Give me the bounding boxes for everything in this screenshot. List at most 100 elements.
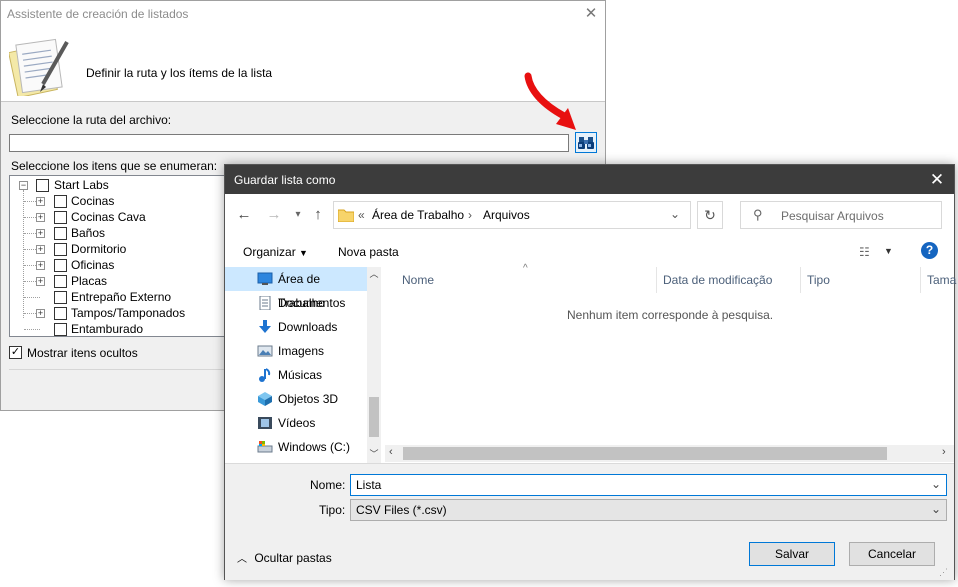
tree-item-label: Start Labs: [54, 178, 109, 192]
scroll-left-icon[interactable]: ‹: [389, 446, 393, 458]
tree-item-label: Cocinas: [71, 194, 115, 208]
nav-item-label: Documentos: [278, 296, 346, 310]
folder-icon: [338, 209, 354, 222]
nav-scrollbar[interactable]: ︿ ﹀: [367, 267, 381, 463]
breadcrumb-separator-icon: ›: [468, 208, 472, 222]
column-name[interactable]: Nome: [402, 267, 434, 293]
expand-icon[interactable]: +: [36, 229, 45, 238]
nav-item[interactable]: Documentos: [225, 291, 367, 315]
new-folder-button[interactable]: Nova pasta: [338, 245, 399, 259]
wizard-close-button[interactable]: ✕: [579, 4, 603, 24]
breadcrumb-overflow[interactable]: «: [358, 208, 365, 222]
filename-input[interactable]: Lista ⌄: [350, 474, 947, 496]
column-separator: [800, 267, 801, 293]
nav-item[interactable]: Imagens: [225, 339, 367, 363]
videos-icon: [258, 417, 272, 429]
refresh-button[interactable]: ↻: [697, 201, 723, 229]
nav-item[interactable]: Área de Trabalho: [225, 267, 367, 310]
recent-chevron-icon[interactable]: ▾: [287, 204, 309, 226]
tree-item-label: Entamburado: [71, 322, 144, 336]
tree-checkbox[interactable]: [54, 323, 67, 336]
breadcrumb-files[interactable]: Arquivos: [483, 208, 530, 222]
objects3d-icon: [258, 392, 272, 406]
address-dropdown-icon[interactable]: ⌄: [670, 207, 680, 221]
column-type[interactable]: Tipo: [807, 267, 830, 293]
nav-item-label: Windows (C:): [278, 440, 351, 454]
filename-label: Nome:: [310, 478, 346, 492]
organize-label: Organizar: [243, 245, 296, 259]
tree-checkbox[interactable]: [54, 227, 67, 240]
desktop-icon: [257, 272, 273, 285]
forward-arrow-icon[interactable]: →: [263, 204, 285, 226]
browse-button[interactable]: [575, 132, 597, 153]
nav-item[interactable]: Músicas: [225, 363, 367, 387]
tree-checkbox[interactable]: [36, 179, 49, 192]
nav-item-label: Vídeos: [278, 416, 316, 430]
hscroll-thumb[interactable]: [403, 447, 887, 460]
view-dropdown-icon[interactable]: ▼: [884, 246, 893, 256]
scroll-down-icon[interactable]: ﹀: [369, 447, 379, 461]
expand-icon[interactable]: +: [36, 197, 45, 206]
organize-button[interactable]: Organizar ▼: [243, 245, 308, 259]
red-arrow-annotation: [524, 72, 576, 130]
scroll-thumb[interactable]: [369, 397, 379, 437]
tree-item-label: Baños: [71, 226, 106, 240]
wizard-heading: Definir la ruta y los ítems de la lista: [86, 66, 273, 80]
filetype-value: CSV Files (*.csv): [356, 503, 447, 517]
expand-icon[interactable]: +: [36, 245, 45, 254]
tree-checkbox[interactable]: [54, 275, 67, 288]
cancel-button[interactable]: Cancelar: [849, 542, 935, 566]
view-options-icon[interactable]: ☷: [859, 245, 870, 259]
binoculars-icon: [578, 137, 594, 149]
help-icon[interactable]: ?: [921, 242, 938, 259]
hide-folders-label: Ocultar pastas: [254, 551, 332, 565]
address-bar[interactable]: « Área de Trabalho › Arquivos ⌄: [333, 201, 691, 229]
tree-checkbox[interactable]: [54, 259, 67, 272]
expand-icon[interactable]: +: [36, 213, 45, 222]
nav-item[interactable]: Windows (C:): [225, 435, 367, 459]
back-arrow-icon[interactable]: ←: [233, 204, 255, 226]
tree-item-label: Entrepaño Externo: [71, 290, 172, 304]
expand-icon[interactable]: +: [36, 277, 45, 286]
expand-icon[interactable]: +: [36, 261, 45, 270]
tree-checkbox[interactable]: [54, 243, 67, 256]
search-icon: ⚲: [753, 207, 763, 222]
items-tree[interactable]: − Start Labs + Cocinas + Cocinas Cava + Baños…: [9, 175, 229, 337]
save-close-button[interactable]: ✕: [923, 166, 951, 193]
nav-item[interactable]: Vídeos: [225, 411, 367, 435]
filename-dropdown-icon[interactable]: ⌄: [931, 477, 941, 491]
file-list-hscrollbar[interactable]: ‹ ›: [385, 445, 954, 462]
tree-connector: [24, 297, 40, 298]
column-separator: [920, 267, 921, 293]
scroll-up-icon[interactable]: ︿: [369, 267, 379, 281]
filetype-select[interactable]: CSV Files (*.csv) ⌄: [350, 499, 947, 521]
path-input[interactable]: [9, 134, 569, 152]
nav-item[interactable]: Downloads: [225, 315, 367, 339]
save-button[interactable]: Salvar: [749, 542, 835, 566]
show-hidden-checkbox[interactable]: ✓: [9, 346, 22, 359]
search-placeholder: Pesquisar Arquivos: [781, 209, 884, 223]
up-arrow-icon[interactable]: ↑: [307, 204, 329, 226]
tree-checkbox[interactable]: [54, 195, 67, 208]
tree-checkbox[interactable]: [54, 307, 67, 320]
path-label: Seleccione la ruta del archivo:: [11, 113, 172, 127]
scroll-right-icon[interactable]: ›: [942, 446, 946, 458]
hide-folders-toggle[interactable]: ︿ Ocultar pastas: [237, 550, 332, 565]
collapse-icon[interactable]: −: [19, 181, 28, 190]
search-box[interactable]: ⚲ Pesquisar Arquivos: [740, 201, 942, 229]
expand-icon[interactable]: +: [36, 309, 45, 318]
column-size[interactable]: Tama: [927, 267, 956, 293]
column-modified[interactable]: Data de modificação: [663, 267, 772, 293]
filetype-dropdown-icon[interactable]: ⌄: [931, 502, 941, 516]
resize-grip-icon[interactable]: ⋰: [939, 567, 948, 578]
tree-checkbox[interactable]: [54, 291, 67, 304]
nav-item[interactable]: Objetos 3D: [225, 387, 367, 411]
navigation-pane[interactable]: Área de Trabalho Documentos Downloads Image…: [225, 267, 383, 463]
nav-item-label: Downloads: [278, 320, 338, 334]
tree-checkbox[interactable]: [54, 211, 67, 224]
music-icon: [259, 368, 271, 382]
wizard-title: Assistente de creación de listados: [7, 7, 189, 21]
pictures-icon: [257, 345, 273, 357]
breadcrumb-desktop[interactable]: Área de Trabalho: [372, 208, 464, 222]
tree-item-label: Placas: [71, 274, 108, 288]
